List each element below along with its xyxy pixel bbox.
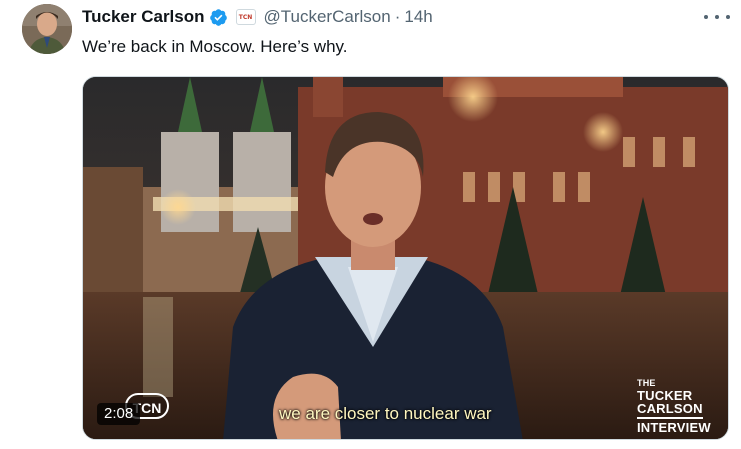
author-handle[interactable]: @TuckerCarlson: [264, 7, 391, 27]
verified-badge-icon[interactable]: [209, 8, 228, 27]
video-frame: [83, 77, 728, 439]
affiliation-badge-icon[interactable]: TCN: [235, 9, 256, 25]
avatar[interactable]: [22, 4, 72, 54]
brand-line-3: CARLSON: [637, 401, 703, 416]
tweet-text: We’re back in Moscow. Here’s why.: [82, 37, 348, 56]
brand-divider: [637, 417, 703, 419]
affiliation-badge-text: TCN: [238, 13, 253, 21]
tweet[interactable]: Tucker Carlson TCN @TuckerCarlson · 14h …: [0, 0, 741, 449]
timestamp[interactable]: 14h: [404, 7, 432, 27]
author-name[interactable]: Tucker Carlson: [82, 7, 205, 27]
avatar-image: [22, 4, 72, 54]
video-player[interactable]: TCN 2:08 we are closer to nuclear war TH…: [82, 76, 729, 440]
more-options-icon[interactable]: [704, 8, 730, 26]
video-caption: we are closer to nuclear war: [279, 404, 492, 423]
tweet-header: Tucker Carlson TCN @TuckerCarlson · 14h: [82, 6, 433, 28]
video-duration: 2:08: [97, 403, 141, 425]
show-brand-logo: THE TUCKER CARLSON INTERVIEW: [637, 378, 711, 434]
separator: ·: [394, 7, 401, 26]
brand-line-4: INTERVIEW: [637, 420, 711, 435]
